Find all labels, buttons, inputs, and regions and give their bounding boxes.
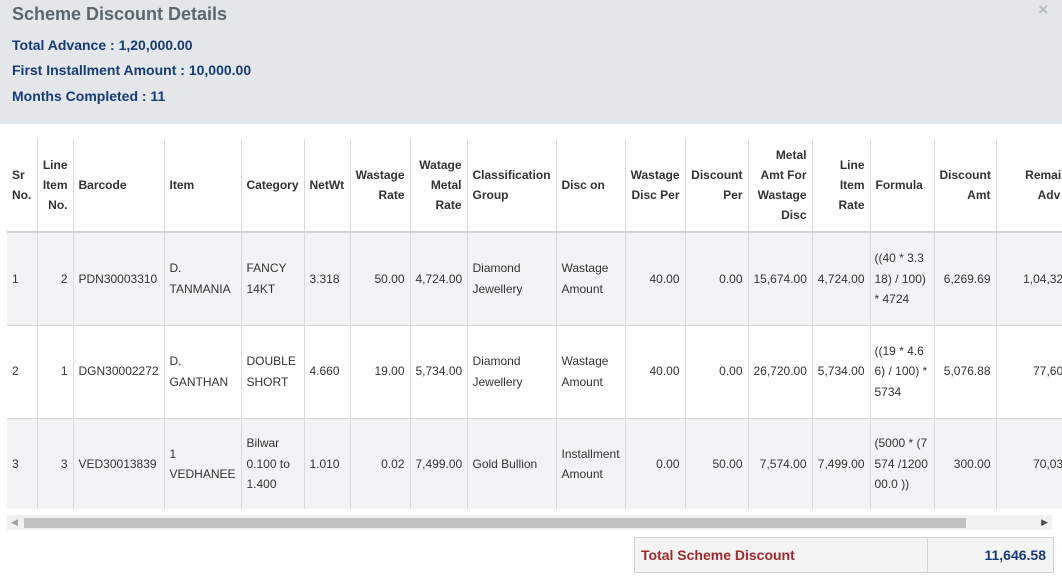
cell-netwt: 1.010 (304, 418, 351, 509)
cell-metal-amt: 15,674.00 (748, 232, 813, 326)
table-header-row: Sr No. Line Item No. Barcode Item Catego… (7, 139, 1062, 233)
horizontal-scrollbar[interactable]: ◀ ▶ (7, 515, 1052, 530)
col-header-barcode[interactable]: Barcode (73, 139, 165, 233)
total-scheme-discount-box: Total Scheme Discount 11,646.58 (634, 537, 1054, 573)
cell-discount-amt: 5,076.88 (934, 325, 997, 419)
col-header-metal-amt[interactable]: Metal Amt For Wastage Disc (748, 139, 813, 233)
cell-category: Bilwar 0.100 to 1.400 (241, 418, 305, 509)
table-row[interactable]: 3 3 VED30013839 1 VEDHANEE Bilwar 0.100 … (7, 418, 1062, 509)
cell-wastage-rate: 19.00 (350, 325, 411, 419)
cell-line-item-rate: 4,724.00 (812, 232, 871, 326)
cell-watage-metal-rate: 5,734.00 (410, 325, 468, 419)
cell-line-item-rate: 7,499.00 (812, 418, 871, 509)
col-header-watage-metal-rate[interactable]: Watage Metal Rate (410, 139, 468, 233)
col-header-netwt[interactable]: NetWt (304, 139, 351, 233)
scroll-right-icon[interactable]: ▶ (1041, 517, 1048, 528)
col-header-wastage-rate[interactable]: Wastage Rate (350, 139, 411, 233)
cell-barcode: DGN30002272 (73, 325, 165, 419)
modal-title: Scheme Discount Details (12, 4, 228, 24)
cell-sr-no: 2 (7, 325, 38, 419)
col-header-line-item-rate[interactable]: Line Item Rate (812, 139, 871, 233)
cell-disc-on: Wastage Amount (556, 325, 626, 419)
cell-line-item-rate: 5,734.00 (812, 325, 871, 419)
cell-line-item-no: 3 (37, 418, 74, 509)
scheme-discount-modal: Scheme Discount Details × Total Advance … (0, 0, 1062, 585)
total-scheme-discount-label: Total Scheme Discount (641, 547, 795, 563)
cell-remaining-adv: 77,606.12 (996, 325, 1062, 419)
col-header-sr-no[interactable]: Sr No. (7, 139, 38, 233)
discount-table: Sr No. Line Item No. Barcode Item Catego… (7, 139, 1062, 509)
cell-category: DOUBLE SHORT (241, 325, 305, 419)
cell-formula: (5000 * (7574 /120000.0 )) (870, 418, 935, 509)
total-advance-text: Total Advance : 1,20,000.00 (12, 37, 193, 53)
col-header-wastage-disc-per[interactable]: Wastage Disc Per (625, 139, 686, 233)
cell-wastage-disc-per: 40.00 (625, 325, 686, 419)
close-icon[interactable]: × (1038, 0, 1048, 20)
col-header-line-item-no[interactable]: Line Item No. (37, 139, 74, 233)
cell-wastage-rate: 50.00 (350, 232, 411, 326)
cell-wastage-disc-per: 0.00 (625, 418, 686, 509)
cell-item: 1 VEDHANEE (164, 418, 242, 509)
scrollbar-thumb[interactable] (24, 518, 966, 528)
cell-formula: ((19 * 4.66) / 100) * 5734 (870, 325, 935, 419)
table-row[interactable]: 1 2 PDN30003310 D. TANMANIA FANCY 14KT 3… (7, 232, 1062, 326)
cell-barcode: VED30013839 (73, 418, 165, 509)
months-completed-text: Months Completed : 11 (12, 88, 166, 104)
col-header-classification-group[interactable]: Classification Group (467, 139, 557, 233)
cell-discount-amt: 300.00 (934, 418, 997, 509)
cell-metal-amt: 7,574.00 (748, 418, 813, 509)
cell-netwt: 3.318 (304, 232, 351, 326)
table-row[interactable]: 2 1 DGN30002272 D. GANTHAN DOUBLE SHORT … (7, 325, 1062, 419)
cell-line-item-no: 1 (37, 325, 74, 419)
cell-category: FANCY 14KT (241, 232, 305, 326)
first-installment-text: First Installment Amount : 10,000.00 (12, 62, 252, 78)
total-divider (927, 538, 928, 572)
cell-item: D. GANTHAN (164, 325, 242, 419)
col-header-discount-amt[interactable]: Discount Amt (934, 139, 997, 233)
col-header-remaining-adv[interactable]: Remaining Adv Amt (996, 139, 1062, 233)
cell-remaining-adv: 1,04,326.31 (996, 232, 1062, 326)
cell-disc-on: Wastage Amount (556, 232, 626, 326)
total-scheme-discount-value: 11,646.58 (984, 547, 1046, 563)
cell-sr-no: 1 (7, 232, 38, 326)
cell-sr-no: 3 (7, 418, 38, 509)
cell-classification-group: Diamond Jewellery (467, 232, 557, 326)
cell-discount-amt: 6,269.69 (934, 232, 997, 326)
col-header-discount-per[interactable]: Discount Per (685, 139, 749, 233)
cell-netwt: 4.660 (304, 325, 351, 419)
cell-discount-per: 0.00 (685, 325, 749, 419)
col-header-item[interactable]: Item (164, 139, 242, 233)
col-header-formula[interactable]: Formula (870, 139, 935, 233)
cell-item: D. TANMANIA (164, 232, 242, 326)
col-header-disc-on[interactable]: Disc on (556, 139, 626, 233)
cell-wastage-disc-per: 40.00 (625, 232, 686, 326)
cell-watage-metal-rate: 4,724.00 (410, 232, 468, 326)
cell-metal-amt: 26,720.00 (748, 325, 813, 419)
cell-formula: ((40 * 3.318) / 100) * 4724 (870, 232, 935, 326)
cell-line-item-no: 2 (37, 232, 74, 326)
cell-watage-metal-rate: 7,499.00 (410, 418, 468, 509)
scroll-left-icon[interactable]: ◀ (11, 517, 18, 528)
col-header-category[interactable]: Category (241, 139, 305, 233)
cell-classification-group: Gold Bullion (467, 418, 557, 509)
cell-disc-on: Installment Amount (556, 418, 626, 509)
cell-wastage-rate: 0.02 (350, 418, 411, 509)
cell-classification-group: Diamond Jewellery (467, 325, 557, 419)
cell-discount-per: 50.00 (685, 418, 749, 509)
cell-discount-per: 0.00 (685, 232, 749, 326)
cell-barcode: PDN30003310 (73, 232, 165, 326)
discount-table-container[interactable]: Sr No. Line Item No. Barcode Item Catego… (7, 139, 1062, 509)
modal-header: Scheme Discount Details × Total Advance … (0, 0, 1062, 124)
cell-remaining-adv: 70,032.12 (996, 418, 1062, 509)
